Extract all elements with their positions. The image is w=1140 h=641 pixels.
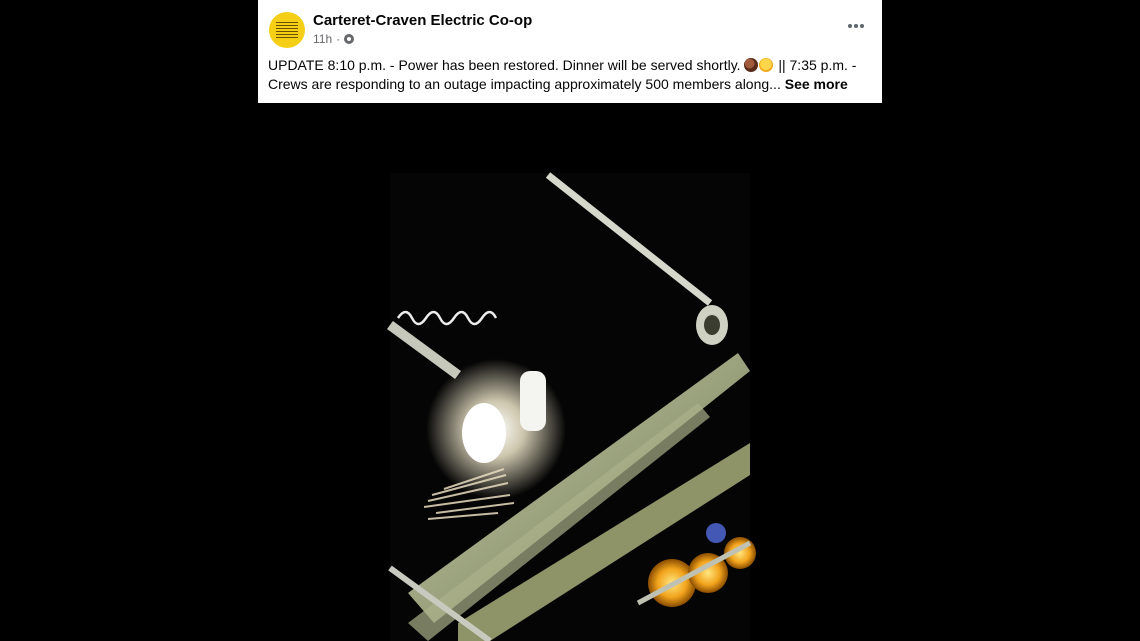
post-photo[interactable] <box>258 103 882 641</box>
plate-icon <box>744 58 759 72</box>
see-more-link[interactable]: See more <box>785 76 848 92</box>
power-pole-photo <box>258 103 882 641</box>
post-text-part1: UPDATE 8:10 p.m. - Power has been restor… <box>268 57 741 73</box>
viewer-background: Carteret-Craven Electric Co-op 11h · UPD… <box>0 0 1140 641</box>
post-timestamp[interactable]: 11h <box>313 32 332 46</box>
post-header: Carteret-Craven Electric Co-op 11h · UPD… <box>258 0 882 103</box>
avatar-logo <box>276 22 298 38</box>
facebook-post: Carteret-Craven Electric Co-op 11h · UPD… <box>258 0 882 641</box>
page-name-link[interactable]: Carteret-Craven Electric Co-op <box>313 12 532 29</box>
more-options-icon <box>848 24 852 28</box>
more-options-icon-dot <box>860 24 864 28</box>
laughing-face-icon <box>759 58 774 72</box>
meta-separator: · <box>336 32 341 46</box>
more-options-button[interactable] <box>844 14 868 38</box>
post-meta: 11h · <box>313 32 355 46</box>
globe-icon <box>344 34 355 44</box>
page-avatar[interactable] <box>269 12 305 48</box>
post-text: UPDATE 8:10 p.m. - Power has been restor… <box>268 56 868 94</box>
more-options-icon-dot <box>854 24 858 28</box>
